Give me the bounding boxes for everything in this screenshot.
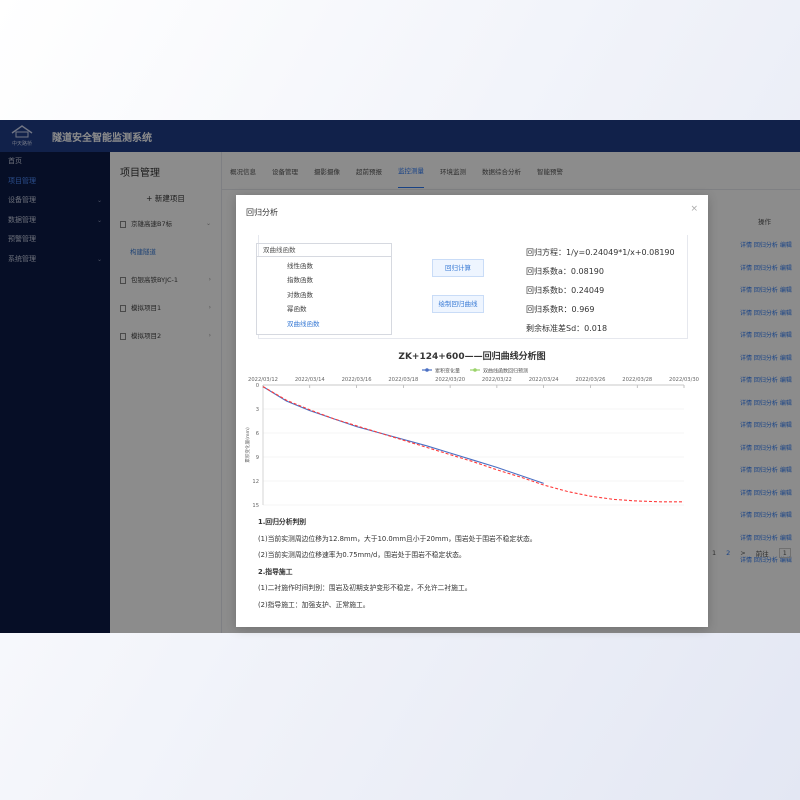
x-tick-label: 2022/03/12 [248,377,278,383]
analysis-line: (2)指导施工：加强支护、正常施工。 [258,600,370,609]
y-tick-label: 6 [256,431,259,437]
legend-label: 双曲线函数回归预测 [483,368,528,375]
y-tick-label: 9 [256,455,259,461]
x-tick-label: 2022/03/24 [529,377,560,383]
analysis-line: (1)当前实测周边位移为12.8mm，大于10.0mm且小于20mm，围岩处于围… [258,534,537,543]
x-tick-label: 2022/03/28 [622,377,652,383]
coefficient-r: 回归系数R：0.969 [526,305,595,314]
legend-label: 累积变化量 [435,368,460,375]
measured-data-line [262,386,544,484]
x-tick-label: 2022/03/20 [435,377,465,383]
coefficient-a: 回归系数a：0.08190 [526,267,604,276]
close-icon[interactable]: × [690,204,698,214]
y-tick-label: 15 [252,503,259,509]
x-tick-label: 2022/03/14 [295,377,326,383]
coefficient-b: 回归系数b：0.24049 [526,286,605,295]
legend-marker [473,368,477,372]
y-axis-label: 累积变化量(mm) [244,427,251,463]
regression-equation: 回归方程：1/y=0.24049*1/x+0.08190 [526,248,675,257]
x-tick-label: 2022/03/18 [388,377,418,383]
x-tick-label: 2022/03/26 [575,377,605,383]
dropdown-option[interactable]: 双曲线函数 [257,317,391,331]
analysis-line: (2)当前实测周边位移速率为0.75mm/d，围岩处于围岩不稳定状态。 [258,551,466,559]
regression-compute-button[interactable]: 回归计算 [432,259,484,277]
dropdown-option[interactable]: 指数函数 [257,273,391,287]
y-tick-label: 0 [256,383,259,389]
dropdown-option[interactable]: 对数函数 [257,288,391,302]
regression-curve-line [262,386,684,503]
y-tick-label: 3 [256,407,259,413]
function-dropdown-list: 线性函数 指数函数 对数函数 幂函数 双曲线函数 [256,257,392,335]
regression-modal: 回归分析 × 双曲线函数 线性函数 指数函数 对数函数 幂函数 双曲线函数 回归计算 绘… [236,195,708,627]
legend-marker [425,368,429,372]
y-tick-label: 12 [252,479,259,485]
analysis-heading: 1.回归分析判别 [258,518,307,526]
function-select[interactable]: 双曲线函数 [256,243,392,257]
modal-title: 回归分析 [246,208,278,217]
regression-chart: 累积变化量 双曲线函数回归预测 2022/03/12 2022/03/14 2022/0… [244,368,699,510]
x-tick-label: 2022/03/30 [669,377,699,383]
x-tick-label: 2022/03/16 [342,377,372,383]
plot-curve-button[interactable]: 绘制回归曲线 [432,295,484,313]
x-tick-label: 2022/03/22 [482,377,512,383]
residual-sd: 剩余标准差Sd：0.018 [526,324,608,333]
analysis-heading: 2.指导施工 [258,567,293,576]
analysis-line: (1)二衬施作时间判别：围岩及初期支护变形不稳定，不允许二衬施工。 [258,584,472,592]
dropdown-option[interactable]: 线性函数 [257,259,391,273]
dropdown-option[interactable]: 幂函数 [257,302,391,316]
